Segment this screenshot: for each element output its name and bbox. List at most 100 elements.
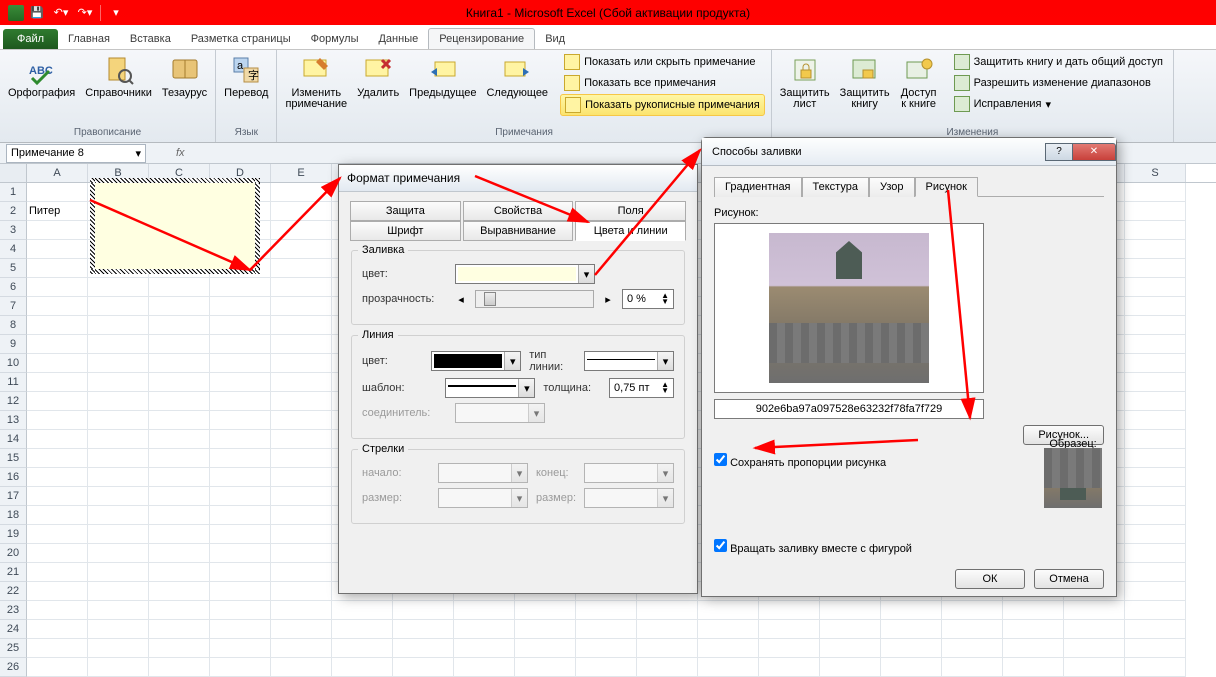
cell-F25[interactable] (332, 639, 393, 658)
cell-D12[interactable] (210, 392, 271, 411)
cell-C21[interactable] (149, 563, 210, 582)
cell-D8[interactable] (210, 316, 271, 335)
tab-home[interactable]: Главная (58, 29, 120, 49)
tab-page-layout[interactable]: Разметка страницы (181, 29, 301, 49)
cell-A24[interactable] (27, 620, 88, 639)
cell-D25[interactable] (210, 639, 271, 658)
cell-B7[interactable] (88, 297, 149, 316)
lock-aspect-checkbox[interactable]: Сохранять пропорции рисунка (714, 457, 886, 469)
slider-right-icon[interactable]: ▸ (602, 293, 614, 306)
cell-A22[interactable] (27, 582, 88, 601)
cell-S17[interactable] (1125, 487, 1186, 506)
row-12[interactable]: 12 (0, 392, 27, 411)
cell-B20[interactable] (88, 544, 149, 563)
cell-L25[interactable] (698, 639, 759, 658)
cell-R26[interactable] (1064, 658, 1125, 677)
cell-O26[interactable] (881, 658, 942, 677)
cell-D9[interactable] (210, 335, 271, 354)
cell-I25[interactable] (515, 639, 576, 658)
cell-S24[interactable] (1125, 620, 1186, 639)
thesaurus-button[interactable]: Тезаурус (160, 52, 209, 101)
cell-Q23[interactable] (1003, 601, 1064, 620)
cell-E16[interactable] (271, 468, 332, 487)
cell-A3[interactable] (27, 221, 88, 240)
cell-S7[interactable] (1125, 297, 1186, 316)
cell-M25[interactable] (759, 639, 820, 658)
cell-C25[interactable] (149, 639, 210, 658)
row-22[interactable]: 22 (0, 582, 27, 601)
row-23[interactable]: 23 (0, 601, 27, 620)
cell-I23[interactable] (515, 601, 576, 620)
cell-B11[interactable] (88, 373, 149, 392)
row-1[interactable]: 1 (0, 183, 27, 202)
cell-C9[interactable] (149, 335, 210, 354)
cell-E15[interactable] (271, 449, 332, 468)
cell-C22[interactable] (149, 582, 210, 601)
row-17[interactable]: 17 (0, 487, 27, 506)
cell-J26[interactable] (576, 658, 637, 677)
cell-E1[interactable] (271, 183, 332, 202)
fill-color-combo[interactable]: ▾ (455, 264, 595, 284)
transparency-value[interactable]: 0 %▲▼ (622, 289, 674, 309)
row-18[interactable]: 18 (0, 506, 27, 525)
cell-B23[interactable] (88, 601, 149, 620)
cell-R23[interactable] (1064, 601, 1125, 620)
slider-left-icon[interactable]: ◂ (455, 293, 467, 306)
cell-A1[interactable] (27, 183, 88, 202)
line-color-combo[interactable]: ▾ (431, 351, 521, 371)
cell-S6[interactable] (1125, 278, 1186, 297)
cell-S18[interactable] (1125, 506, 1186, 525)
line-type-combo[interactable]: ▾ (584, 351, 674, 371)
cell-A7[interactable] (27, 297, 88, 316)
cell-K25[interactable] (637, 639, 698, 658)
cell-A2[interactable]: Питер (27, 202, 88, 221)
share-workbook-button[interactable]: Доступ к книге (898, 52, 940, 112)
protect-sheet-button[interactable]: Защитить лист (778, 52, 832, 112)
cell-B10[interactable] (88, 354, 149, 373)
cell-S16[interactable] (1125, 468, 1186, 487)
cell-A10[interactable] (27, 354, 88, 373)
cell-A26[interactable] (27, 658, 88, 677)
transparency-slider[interactable] (475, 290, 594, 308)
cell-S22[interactable] (1125, 582, 1186, 601)
cell-R25[interactable] (1064, 639, 1125, 658)
row-10[interactable]: 10 (0, 354, 27, 373)
cell-E21[interactable] (271, 563, 332, 582)
cell-D26[interactable] (210, 658, 271, 677)
cell-O23[interactable] (881, 601, 942, 620)
cell-A13[interactable] (27, 411, 88, 430)
chevron-down-icon[interactable]: ▾ (135, 147, 141, 160)
cell-E2[interactable] (271, 202, 332, 221)
tab-properties[interactable]: Свойства (463, 201, 574, 221)
cell-S2[interactable] (1125, 202, 1186, 221)
cell-B14[interactable] (88, 430, 149, 449)
row-4[interactable]: 4 (0, 240, 27, 259)
tab-font[interactable]: Шрифт (350, 221, 461, 241)
cell-A14[interactable] (27, 430, 88, 449)
cell-D22[interactable] (210, 582, 271, 601)
cell-E6[interactable] (271, 278, 332, 297)
tab-protect[interactable]: Защита (350, 201, 461, 221)
row-8[interactable]: 8 (0, 316, 27, 335)
row-9[interactable]: 9 (0, 335, 27, 354)
cell-C18[interactable] (149, 506, 210, 525)
cell-A12[interactable] (27, 392, 88, 411)
select-all-corner[interactable] (0, 164, 27, 182)
row-21[interactable]: 21 (0, 563, 27, 582)
cell-G24[interactable] (393, 620, 454, 639)
cell-A6[interactable] (27, 278, 88, 297)
cell-B17[interactable] (88, 487, 149, 506)
col-A[interactable]: A (27, 164, 88, 182)
cell-S21[interactable] (1125, 563, 1186, 582)
allow-ranges-button[interactable]: Разрешить изменение диапазонов (950, 73, 1167, 93)
lock-aspect-input[interactable] (714, 453, 727, 466)
cell-S5[interactable] (1125, 259, 1186, 278)
cell-S3[interactable] (1125, 221, 1186, 240)
tab-view[interactable]: Вид (535, 29, 575, 49)
show-ink-button[interactable]: Показать рукописные примечания (560, 94, 765, 116)
help-button[interactable]: ? (1045, 143, 1073, 161)
cell-C10[interactable] (149, 354, 210, 373)
cell-S13[interactable] (1125, 411, 1186, 430)
cell-A11[interactable] (27, 373, 88, 392)
tab-texture[interactable]: Текстура (802, 177, 869, 197)
